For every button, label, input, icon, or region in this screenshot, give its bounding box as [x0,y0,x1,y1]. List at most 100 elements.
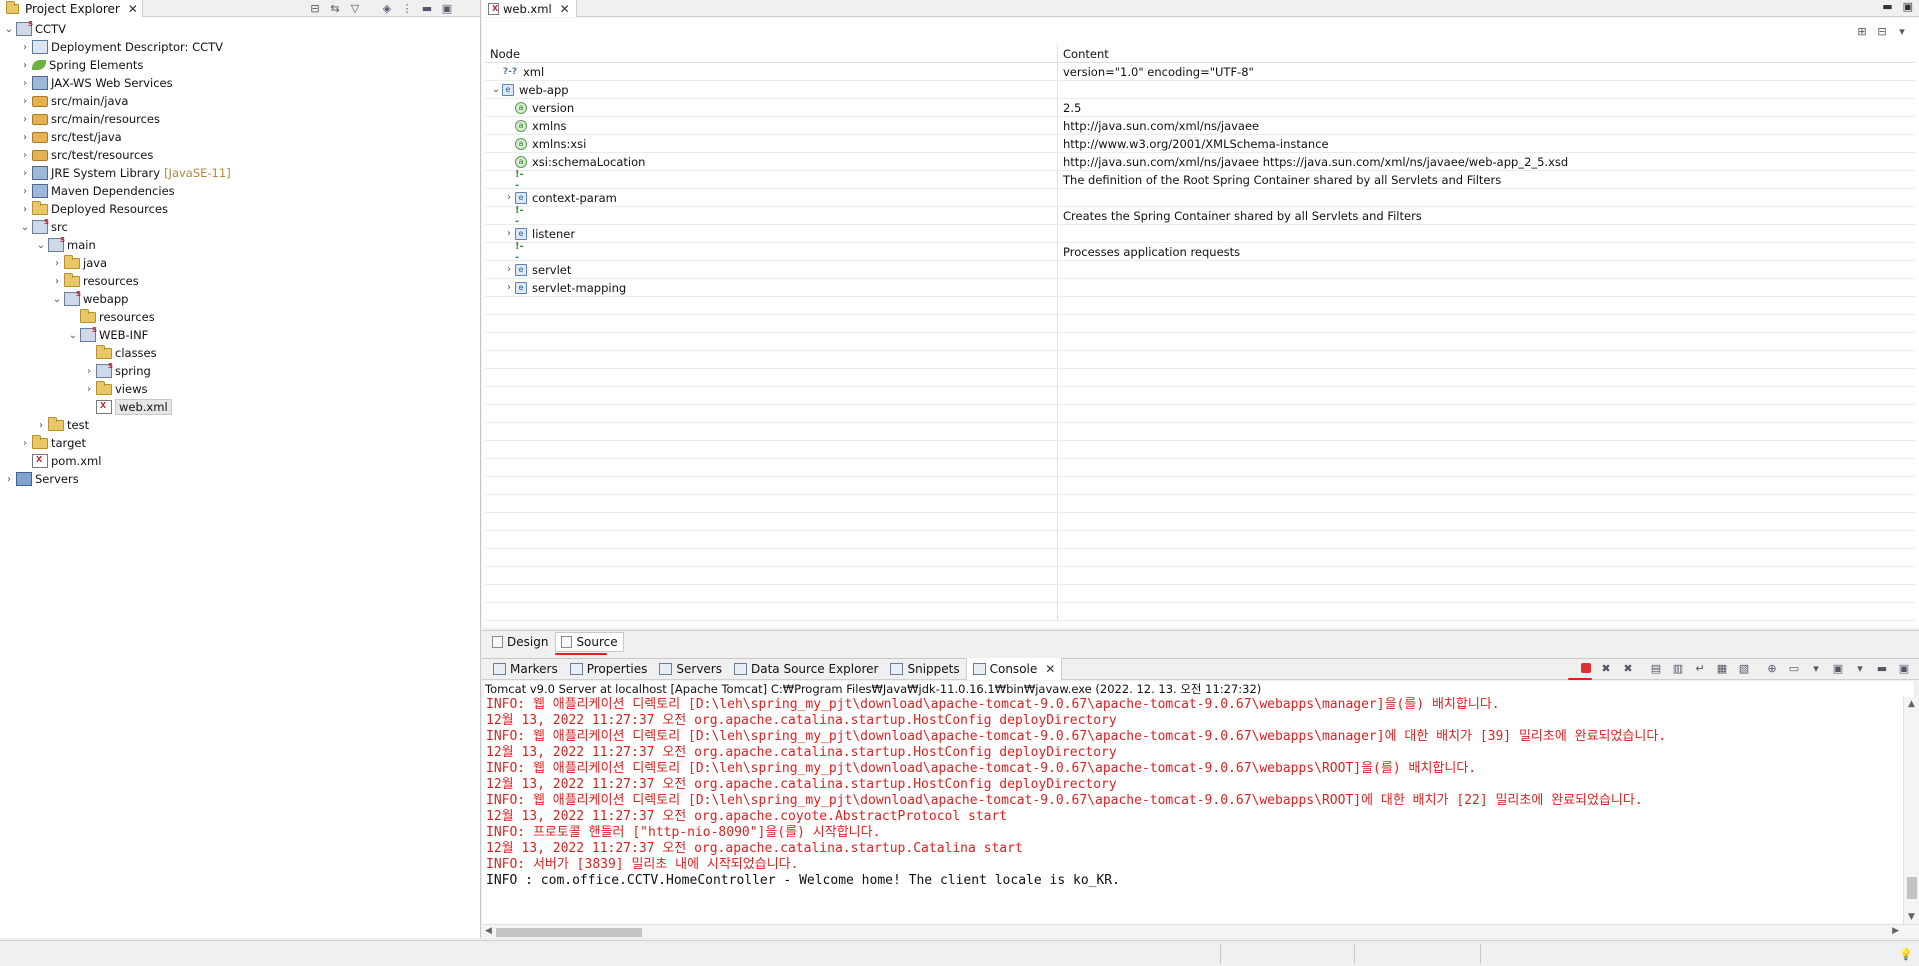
content-cell[interactable] [1058,81,1915,98]
tab-data-source-explorer[interactable]: Data Source Explorer [728,658,884,680]
table-row[interactable]: a xmlns http://java.sun.com/xml/ns/javaee [485,117,1915,135]
chevron-down-icon[interactable]: ⌄ [3,24,15,35]
tree-item[interactable]: ⌄ main [0,236,480,254]
show-on-stderr-icon[interactable]: ▧ [1737,661,1751,675]
chevron-down-icon[interactable]: ⌄ [490,84,502,95]
view-menu-icon[interactable]: ⋮ [400,1,414,15]
tree-item[interactable]: › Spring Elements [0,56,480,74]
content-cell[interactable] [1058,225,1915,242]
scroll-up-icon[interactable]: ▲ [1908,699,1915,709]
tree-item[interactable]: › resources [0,272,480,290]
column-header-node[interactable]: Node [485,45,1058,62]
chevron-right-icon[interactable]: › [503,282,515,293]
show-on-stdout-icon[interactable]: ▦ [1715,661,1729,675]
tree-item[interactable]: › JAX-WS Web Services [0,74,480,92]
tree-item[interactable]: › JRE System Library [JavaSE-11] [0,164,480,182]
chevron-down-icon[interactable]: ⌄ [51,294,63,305]
chevron-right-icon[interactable]: › [19,78,31,89]
tab-design[interactable]: Design [487,633,553,651]
content-cell[interactable]: 2.5 [1058,99,1915,116]
minimize-icon[interactable]: ▬ [1882,0,1892,13]
close-icon[interactable]: ✕ [128,2,138,16]
tree-item[interactable]: › views [0,380,480,398]
collapse-all-icon[interactable]: ⊟ [308,1,322,15]
chevron-right-icon[interactable]: › [19,60,31,71]
tree-item[interactable]: pom.xml [0,452,480,470]
remove-launch-icon[interactable]: ✖ [1599,661,1613,675]
tree-item[interactable]: classes [0,344,480,362]
tree-item[interactable]: › src/test/java [0,128,480,146]
tree-item[interactable]: › Maven Dependencies [0,182,480,200]
word-wrap-icon[interactable]: ↵ [1693,661,1707,675]
tree-item[interactable]: web.xml [0,398,480,416]
tree-item[interactable]: › src/main/java [0,92,480,110]
chevron-right-icon[interactable]: › [503,192,515,203]
console-output[interactable]: INFO: 웹 애플리케이션 디렉토리 [D:\leh\spring_my_pj… [482,697,1919,924]
tree-item[interactable]: › src/test/resources [0,146,480,164]
table-row[interactable]: › e listener [485,225,1915,243]
chevron-right-icon[interactable]: › [83,366,95,377]
project-explorer-tab[interactable]: Project Explorer ✕ [0,0,143,17]
chevron-right-icon[interactable]: › [35,420,47,431]
scroll-lock-icon[interactable]: ▥ [1671,661,1685,675]
tree-item[interactable]: › Deployed Resources [0,200,480,218]
content-cell[interactable]: http://java.sun.com/xml/ns/javaee [1058,117,1915,134]
clear-console-icon[interactable]: ▤ [1649,661,1663,675]
chevron-down-icon[interactable]: ⌄ [67,330,79,341]
tree-item[interactable]: ⌄ webapp [0,290,480,308]
terminate-icon[interactable] [1581,663,1591,673]
open-console-icon[interactable]: ▣ [1831,661,1845,675]
scrollbar-thumb[interactable] [496,928,642,937]
column-header-content[interactable]: Content [1058,45,1915,62]
tree-item[interactable]: › spring [0,362,480,380]
table-row[interactable]: !-- Creates the Spring Container shared … [485,205,1915,227]
close-icon[interactable]: ✕ [560,2,570,16]
chevron-right-icon[interactable]: › [19,150,31,161]
chevron-right-icon[interactable]: › [51,276,63,287]
chevron-right-icon[interactable]: › [83,384,95,395]
link-editor-icon[interactable]: ⇆ [328,1,342,15]
chevron-down-icon[interactable]: ⌄ [19,222,31,233]
tree-item[interactable]: ⌄ WEB-INF [0,326,480,344]
table-row[interactable]: › e servlet [485,261,1915,279]
tab-servers[interactable]: Servers [653,658,728,680]
maximize-icon[interactable]: ▣ [1903,0,1913,13]
chevron-right-icon[interactable]: › [19,132,31,143]
table-row[interactable]: › e servlet-mapping [485,279,1915,297]
chevron-right-icon[interactable]: › [51,258,63,269]
chevron-down-icon[interactable]: ▾ [1895,24,1909,38]
remove-all-launches-icon[interactable]: ✖ [1621,661,1635,675]
minimize-icon[interactable]: ▬ [1875,661,1889,675]
table-row[interactable]: a xsi:schemaLocation http://java.sun.com/x… [485,153,1915,171]
editor-tab-web-xml[interactable]: web.xml ✕ [482,0,577,17]
chevron-right-icon[interactable]: › [503,264,515,275]
table-row[interactable]: ?-? xml version="1.0" encoding="UTF-8" [485,63,1915,81]
maximize-icon[interactable]: ▣ [1897,661,1911,675]
tree-item[interactable]: › Deployment Descriptor: CCTV [0,38,480,56]
filter-icon[interactable]: ▽ [348,1,362,15]
table-row[interactable]: a xmlns:xsi http://www.w3.org/2001/XMLSche… [485,135,1915,153]
content-cell[interactable]: version="1.0" encoding="UTF-8" [1058,63,1915,80]
maximize-icon[interactable]: ▣ [440,1,454,15]
focus-icon[interactable]: ◈ [380,1,394,15]
tree-item[interactable]: ⌄ CCTV [0,20,480,38]
collapse-all-icon[interactable]: ⊟ [1875,24,1889,38]
chevron-right-icon[interactable]: › [19,42,31,53]
minimize-icon[interactable]: ▬ [420,1,434,15]
expand-all-icon[interactable]: ⊞ [1855,24,1869,38]
tree-item[interactable]: › test [0,416,480,434]
scroll-right-icon[interactable]: ▶ [1892,926,1899,936]
content-cell[interactable]: The definition of the Root Spring Contai… [1058,171,1915,188]
chevron-right-icon[interactable]: › [19,186,31,197]
content-cell[interactable]: http://java.sun.com/xml/ns/javaee https:… [1058,153,1915,170]
chevron-right-icon[interactable]: › [19,168,31,179]
chevron-down-icon[interactable]: ⌄ [35,240,47,251]
content-cell[interactable]: Creates the Spring Container shared by a… [1058,207,1915,224]
pin-console-icon[interactable]: ⊕ [1765,661,1779,675]
chevron-right-icon[interactable]: › [19,438,31,449]
tree-item[interactable]: › target [0,434,480,452]
lightbulb-icon[interactable]: 💡 [1899,947,1913,961]
chevron-right-icon[interactable]: › [503,228,515,239]
table-row[interactable]: !-- The definition of the Root Spring Co… [485,169,1915,191]
close-icon[interactable]: ✕ [1045,662,1055,676]
